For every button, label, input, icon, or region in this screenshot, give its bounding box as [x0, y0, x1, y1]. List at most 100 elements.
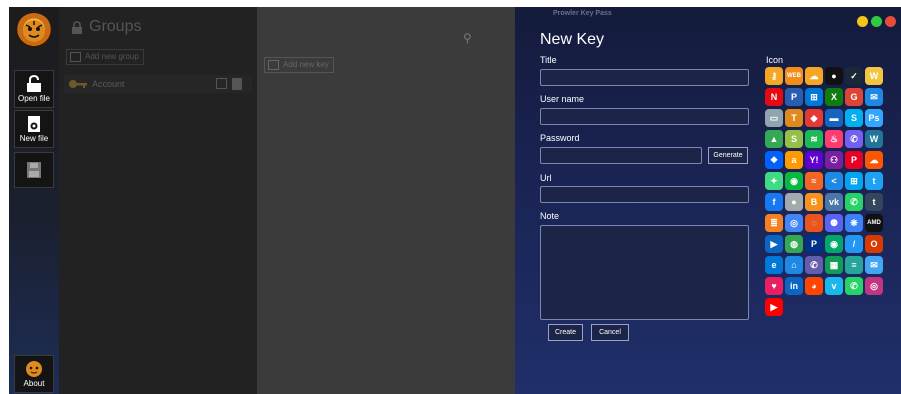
skype-icon[interactable]: S	[845, 109, 863, 127]
group-icon[interactable]: ⚇	[825, 151, 843, 169]
password-field[interactable]	[540, 147, 702, 164]
windows-icon[interactable]: ⊞	[805, 88, 823, 106]
layers-icon[interactable]: ≡	[845, 256, 863, 274]
diamond-icon[interactable]: ◆	[805, 109, 823, 127]
yahoo-icon[interactable]: Y!	[805, 151, 823, 169]
username-label: User name	[540, 94, 585, 104]
android-icon[interactable]: ✦	[765, 172, 783, 190]
laptop-icon[interactable]: ▭	[765, 109, 783, 127]
vk-icon[interactable]: vk	[825, 193, 843, 211]
photoshop-icon[interactable]: Ps	[865, 109, 883, 127]
maximize-button[interactable]	[871, 16, 882, 27]
key-icon	[69, 80, 87, 88]
ubuntu-icon[interactable]: ◌	[805, 214, 823, 232]
email-icon[interactable]: ✉	[865, 256, 883, 274]
web-icon[interactable]: WEB	[785, 67, 803, 85]
wordpress-icon[interactable]: W	[865, 130, 883, 148]
close-button[interactable]	[885, 16, 896, 27]
note-textarea[interactable]	[540, 225, 749, 320]
password-label: Password	[540, 133, 580, 143]
delete-group-icon[interactable]	[232, 78, 242, 90]
arrow-icon[interactable]: ▶	[765, 235, 783, 253]
paypal-icon[interactable]: P	[805, 235, 823, 253]
discord-icon[interactable]: ⚉	[825, 214, 843, 232]
chrome-alt-icon[interactable]: ◍	[785, 235, 803, 253]
pinterest-icon[interactable]: P	[845, 151, 863, 169]
search-icon[interactable]: ⚲	[463, 31, 472, 45]
netflix-icon[interactable]: N	[765, 88, 783, 106]
open-file-button[interactable]: Open file	[14, 70, 54, 108]
tumblr-icon[interactable]: t	[865, 193, 883, 211]
eye-icon[interactable]: ◉	[825, 235, 843, 253]
viber-icon[interactable]: ✆	[845, 130, 863, 148]
open-file-label: Open file	[17, 94, 51, 103]
url-label: Url	[540, 173, 552, 183]
facebook-icon[interactable]: f	[765, 193, 783, 211]
reddit-icon[interactable]: ◕	[805, 277, 823, 295]
rss-icon[interactable]: ≈	[805, 172, 823, 190]
heart-icon[interactable]: ♥	[765, 277, 783, 295]
spotify-icon[interactable]: ≋	[805, 130, 823, 148]
twitter-icon[interactable]: t	[865, 172, 883, 190]
about-button[interactable]: About	[14, 355, 54, 393]
cap-icon[interactable]: ⌂	[785, 256, 803, 274]
username-field[interactable]	[540, 108, 749, 125]
tiger-icon[interactable]: T	[785, 109, 803, 127]
edit-group-icon[interactable]	[216, 78, 227, 89]
share-icon[interactable]: <	[825, 172, 843, 190]
soundcloud-icon[interactable]: ☁	[865, 151, 883, 169]
groups-title: Groups	[89, 18, 142, 35]
group-list-item[interactable]: Account	[64, 75, 252, 93]
add-new-group-label: Add new group	[85, 52, 139, 61]
create-button[interactable]: Create	[548, 324, 583, 341]
minimize-button[interactable]	[857, 16, 868, 27]
dropbox-icon[interactable]: ❖	[765, 151, 783, 169]
apple-icon[interactable]: ●	[785, 193, 803, 211]
slash-icon[interactable]: /	[845, 235, 863, 253]
w-icon[interactable]: W	[865, 67, 883, 85]
url-field[interactable]	[540, 186, 749, 203]
sheet-icon[interactable]: ▦	[825, 256, 843, 274]
instagram-icon[interactable]: ◎	[865, 277, 883, 295]
add-key-icon	[268, 60, 279, 70]
tinder-icon[interactable]: ♨	[825, 130, 843, 148]
whatsapp-icon[interactable]: ✆	[845, 193, 863, 211]
new-file-button[interactable]: New file	[14, 110, 54, 148]
amazon-icon[interactable]: a	[785, 151, 803, 169]
linkedin-icon[interactable]: in	[785, 277, 803, 295]
save-file-button[interactable]	[14, 152, 54, 188]
generate-button[interactable]: Generate	[708, 147, 748, 164]
keys-panel: ⚲ Add new key	[257, 7, 515, 394]
google-icon[interactable]: G	[845, 88, 863, 106]
shopify-icon[interactable]: S	[785, 130, 803, 148]
cloud-icon[interactable]: ☁	[805, 67, 823, 85]
add-new-key-button[interactable]: Add new key	[264, 57, 334, 73]
key-icon[interactable]: ⚷	[765, 67, 783, 85]
wechat-icon[interactable]: ◉	[785, 172, 803, 190]
card-icon[interactable]: ▬	[825, 109, 843, 127]
playstation-icon[interactable]: P	[785, 88, 803, 106]
windows-color-icon[interactable]: ⊞	[845, 172, 863, 190]
steam-icon[interactable]: ✓	[845, 67, 863, 85]
edge-icon[interactable]: e	[765, 256, 783, 274]
drive-icon[interactable]: ▲	[765, 130, 783, 148]
xbox-icon[interactable]: X	[825, 88, 843, 106]
youtube-icon[interactable]: ▶	[765, 298, 783, 316]
about-label: About	[23, 379, 45, 388]
title-field[interactable]	[540, 69, 749, 86]
viber-alt-icon[interactable]: ✆	[805, 256, 823, 274]
vimeo-icon[interactable]: v	[825, 277, 843, 295]
bitcoin-icon[interactable]: B	[805, 193, 823, 211]
mail-icon[interactable]: ✉	[865, 88, 883, 106]
office-icon[interactable]: O	[865, 235, 883, 253]
add-new-group-button[interactable]: Add new group	[66, 49, 144, 65]
cancel-button[interactable]: Cancel	[591, 324, 629, 341]
whatsapp-alt-icon[interactable]: ✆	[845, 277, 863, 295]
amd-icon[interactable]: AMD	[865, 214, 883, 232]
stackoverflow-icon[interactable]: ≣	[765, 214, 783, 232]
paw-icon[interactable]: ❋	[845, 214, 863, 232]
user-icon[interactable]: ●	[825, 67, 843, 85]
groups-header: Groups	[71, 18, 141, 36]
groups-panel: Groups Add new group Account	[59, 7, 257, 394]
chrome-icon[interactable]: ◎	[785, 214, 803, 232]
